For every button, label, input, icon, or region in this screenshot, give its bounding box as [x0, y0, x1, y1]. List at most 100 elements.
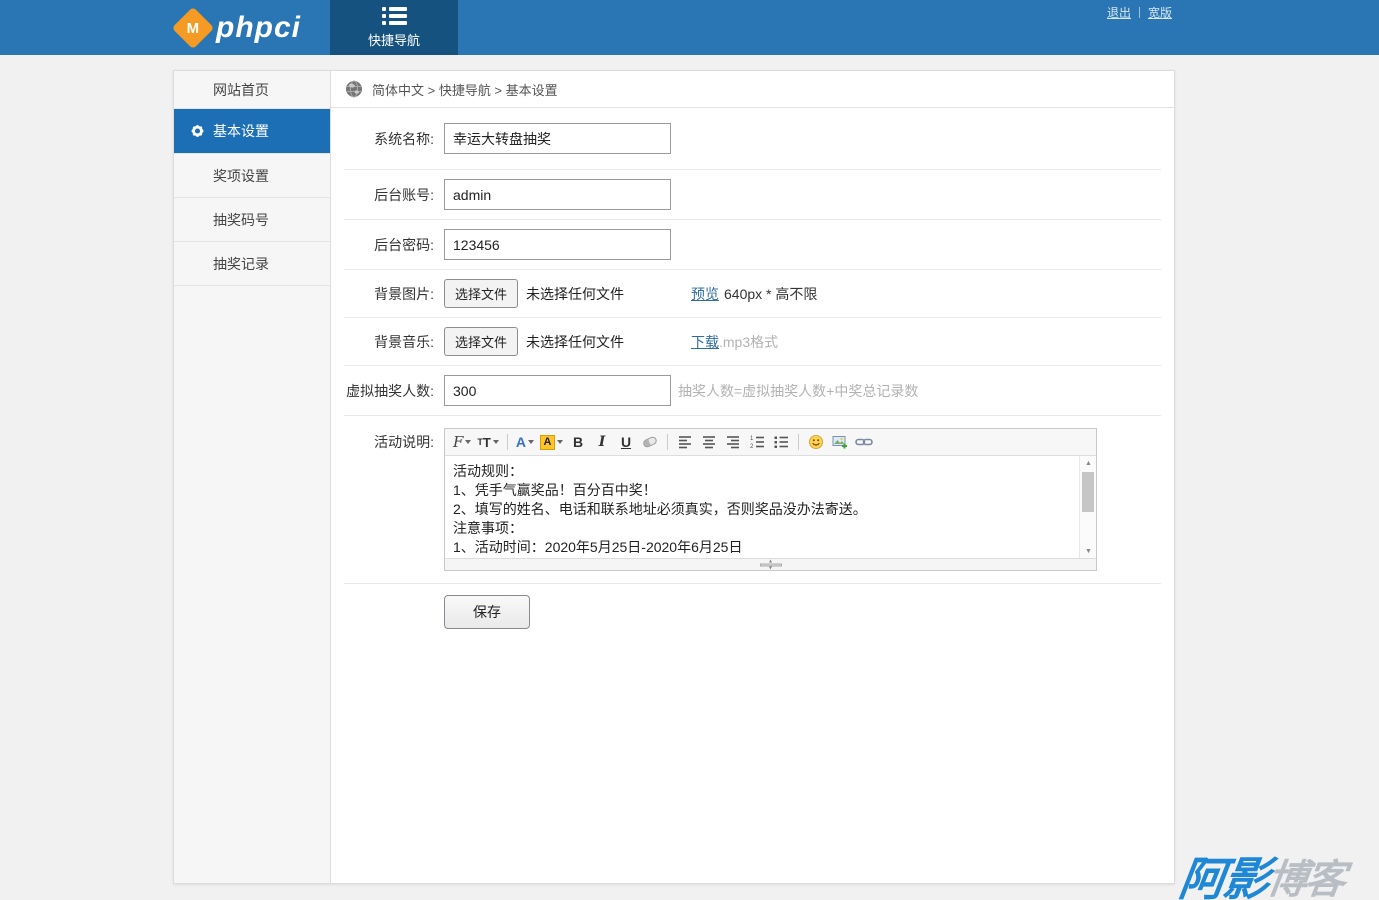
bg-image-file-group: 选择文件 未选择任何文件: [444, 279, 691, 308]
admin-account-input[interactable]: [444, 179, 671, 210]
bg-image-preview-link[interactable]: 预览: [691, 284, 719, 304]
fore-color-button[interactable]: A: [514, 431, 536, 453]
system-name-input[interactable]: [444, 123, 671, 154]
wide-version-link[interactable]: 宽版: [1148, 4, 1172, 21]
tab-quick-nav-label: 快捷导航: [368, 30, 420, 49]
sidebar-item-prize-settings[interactable]: 奖项设置: [174, 154, 330, 198]
insert-image-button[interactable]: [829, 431, 851, 453]
tab-quick-nav[interactable]: 快捷导航: [330, 0, 458, 55]
editor-line: 活动规则：: [453, 462, 1072, 481]
svg-text:1: 1: [750, 436, 754, 442]
header-links: 退出 宽版: [1107, 4, 1172, 21]
bg-music-file-status: 未选择任何文件: [526, 332, 624, 352]
row-bg-image: 背景图片: 选择文件 未选择任何文件 预览 640px * 高不限: [344, 270, 1161, 318]
row-activity-desc: 活动说明: F TT A A B I U: [344, 416, 1161, 584]
breadcrumb-path: 简体中文 > 快捷导航 > 基本设置: [372, 80, 558, 99]
toolbar-divider: [507, 434, 508, 450]
remove-format-button[interactable]: [639, 431, 661, 453]
link-divider: [1139, 7, 1140, 18]
chevron-down-icon: [465, 440, 471, 444]
font-family-button[interactable]: F: [451, 431, 473, 453]
row-admin-password: 后台密码:: [344, 220, 1161, 270]
bold-button[interactable]: B: [567, 431, 589, 453]
sidebar-item-lottery-codes[interactable]: 抽奖码号: [174, 198, 330, 242]
scroll-up-icon[interactable]: ▲: [1080, 456, 1096, 470]
toolbar-divider: [667, 434, 668, 450]
sidebar-item-lottery-records[interactable]: 抽奖记录: [174, 242, 330, 286]
content-panel: 网站首页 基本设置 奖项设置 抽奖码号 抽奖记录: [173, 70, 1175, 884]
row-virtual-count: 虚拟抽奖人数: 抽奖人数=虚拟抽奖人数+中奖总记录数: [344, 366, 1161, 416]
admin-password-label: 后台密码:: [344, 235, 434, 255]
save-button[interactable]: 保存: [444, 595, 530, 629]
editor-line: 2、填写的姓名、电话和联系地址必须真实，否则奖品没办法寄送。: [453, 500, 1072, 519]
ordered-list-button[interactable]: 12: [746, 431, 768, 453]
bg-music-download-link[interactable]: 下载: [691, 332, 719, 352]
italic-button[interactable]: I: [591, 431, 613, 453]
underline-button[interactable]: U: [615, 431, 637, 453]
row-admin-account: 后台账号:: [344, 170, 1161, 220]
logo-diamond-icon: M: [172, 6, 214, 48]
scrollbar-thumb[interactable]: [1082, 472, 1094, 512]
emoticon-button[interactable]: [805, 431, 827, 453]
top-header: M phpci 快捷导航 退出 宽版: [0, 0, 1379, 55]
editor-content[interactable]: 活动规则： 1、凭手气赢奖品！百分百中奖！ 2、填写的姓名、电话和联系地址必须真…: [445, 456, 1096, 558]
bg-image-file-status: 未选择任何文件: [526, 284, 624, 304]
bg-image-label: 背景图片:: [344, 284, 434, 304]
virtual-count-label: 虚拟抽奖人数:: [344, 381, 434, 401]
editor-line: 1、凭手气赢奖品！百分百中奖！: [453, 481, 1072, 500]
rich-text-editor: F TT A A B I U: [444, 428, 1097, 571]
svg-text:2: 2: [750, 444, 754, 450]
toolbar-divider: [798, 434, 799, 450]
watermark-logo: 阿影博客 AYBK.CN: [1175, 843, 1348, 900]
link-icon: [855, 434, 873, 450]
sidebar-item-label: 抽奖码号: [213, 210, 269, 230]
align-right-icon: [725, 434, 741, 450]
align-center-button[interactable]: [698, 431, 720, 453]
align-right-button[interactable]: [722, 431, 744, 453]
row-save: 保存: [344, 584, 1161, 629]
breadcrumb: 简体中文 > 快捷导航 > 基本设置: [331, 71, 1174, 108]
editor-scrollbar[interactable]: ▲ ▼: [1079, 456, 1096, 558]
font-size-button[interactable]: TT: [475, 431, 500, 453]
bg-music-file-button[interactable]: 选择文件: [444, 327, 518, 356]
sidebar: 网站首页 基本设置 奖项设置 抽奖码号 抽奖记录: [174, 71, 331, 883]
resize-grip-icon: ▴▾: [760, 559, 782, 570]
logout-link[interactable]: 退出: [1107, 4, 1131, 21]
editor-line: 1、活动时间：2020年5月25日-2020年6月25日: [453, 538, 1072, 557]
unordered-list-button[interactable]: [770, 431, 792, 453]
insert-link-button[interactable]: [853, 431, 875, 453]
sidebar-item-label: 网站首页: [213, 80, 269, 100]
admin-account-label: 后台账号:: [344, 185, 434, 205]
sidebar-item-label: 奖项设置: [213, 166, 269, 186]
globe-icon: [345, 80, 363, 98]
bg-image-file-button[interactable]: 选择文件: [444, 279, 518, 308]
hilite-color-button[interactable]: A: [538, 431, 565, 453]
watermark-title: 阿影: [1176, 853, 1271, 900]
row-bg-music: 背景音乐: 选择文件 未选择任何文件 下载 .mp3格式: [344, 318, 1161, 366]
virtual-count-input[interactable]: [444, 375, 671, 406]
bg-image-size-hint: 640px * 高不限: [724, 284, 817, 304]
bg-music-format-hint: .mp3格式: [719, 332, 778, 352]
watermark-subtitle: 博客: [1264, 858, 1346, 900]
bg-music-label: 背景音乐:: [344, 332, 434, 352]
align-left-button[interactable]: [674, 431, 696, 453]
scroll-down-icon[interactable]: ▼: [1080, 544, 1096, 558]
sidebar-item-label: 基本设置: [213, 121, 269, 141]
editor-text: 活动规则： 1、凭手气赢奖品！百分百中奖！ 2、填写的姓名、电话和联系地址必须真…: [445, 456, 1096, 558]
sidebar-item-home[interactable]: 网站首页: [174, 71, 330, 109]
gear-icon: [189, 123, 206, 140]
admin-password-input[interactable]: [444, 229, 671, 260]
main-content: 简体中文 > 快捷导航 > 基本设置 系统名称: 后台账号: 后台密码: 背景图…: [331, 71, 1174, 883]
bg-music-file-group: 选择文件 未选择任何文件: [444, 327, 691, 356]
app-logo[interactable]: M phpci: [178, 0, 301, 55]
image-icon: [832, 434, 848, 450]
system-name-label: 系统名称:: [344, 129, 434, 149]
logo-text: phpci: [216, 11, 301, 45]
sidebar-item-basic-settings[interactable]: 基本设置: [174, 109, 330, 154]
list-icon: [382, 7, 407, 25]
smiley-icon: [808, 434, 824, 450]
sidebar-item-label: 抽奖记录: [213, 254, 269, 274]
editor-resize-bar[interactable]: ▴▾: [445, 558, 1096, 570]
activity-desc-label: 活动说明:: [344, 432, 434, 452]
virtual-count-hint: 抽奖人数=虚拟抽奖人数+中奖总记录数: [678, 381, 918, 401]
